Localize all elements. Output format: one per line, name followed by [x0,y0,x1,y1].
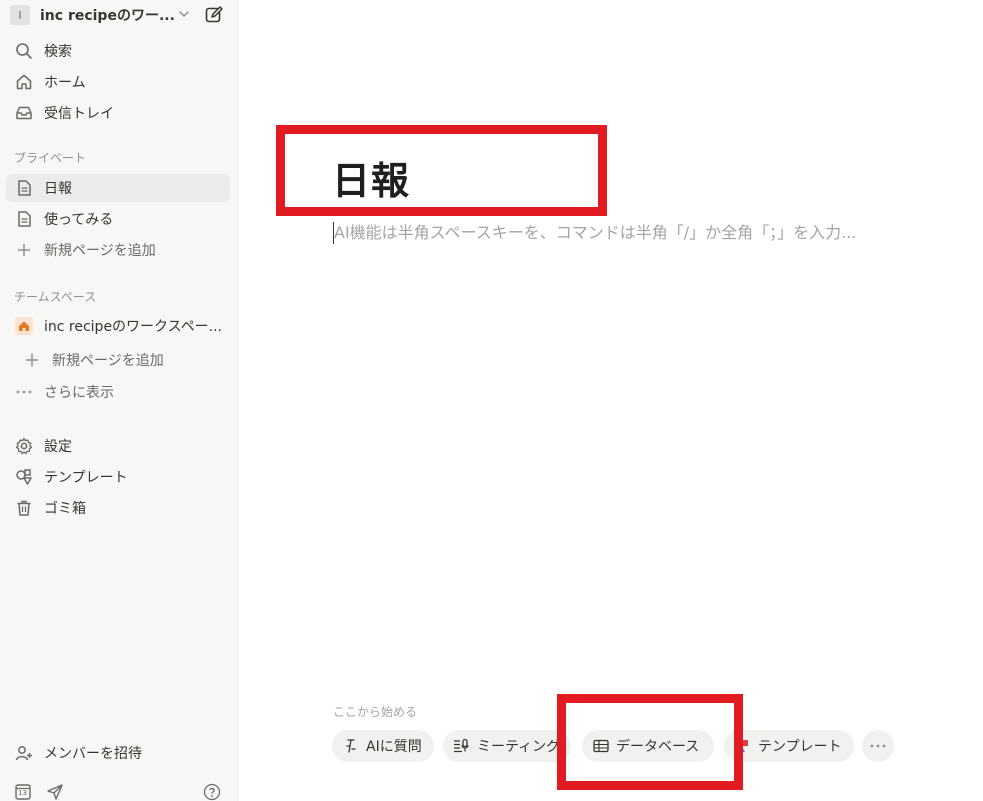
gear-icon [14,436,34,456]
sidebar-item-label: inc recipeのワークスペー... [44,319,223,335]
send-icon[interactable] [46,783,64,801]
template-button[interactable]: テンプレート [724,730,854,762]
sidebar-item-label: 使ってみる [44,212,114,228]
sidebar-item-home[interactable]: ホーム [6,68,230,96]
sidebar-item-label: メンバーを招待 [44,746,142,762]
workspace-avatar: I [10,5,30,25]
ask-ai-button[interactable]: AIに質問 [332,730,434,762]
page-icon [14,178,34,198]
sidebar-item-settings[interactable]: 設定 [6,432,230,460]
add-user-icon [14,743,34,763]
plus-icon [22,350,42,370]
sidebar-item-label: テンプレート [44,470,128,486]
sidebar-item-add-page[interactable]: 新規ページを追加 [6,236,230,264]
sidebar-item-daily-report[interactable]: 日報 [6,174,230,202]
sidebar-item-label: さらに表示 [44,385,114,401]
page-body-placeholder[interactable]: AI機能は半角スペースキーを、コマンドは半角「/」か全角「；」を入力... [333,222,856,244]
plus-icon [14,240,34,260]
sidebar-item-show-more[interactable]: さらに表示 [6,378,230,406]
sidebar-item-inbox[interactable]: 受信トレイ [6,99,230,127]
section-label-teamspace: チームスペース [14,290,97,304]
sidebar-item-search[interactable]: 検索 [6,37,230,65]
meeting-notes-icon [453,737,471,755]
ai-face-icon [342,737,360,755]
sidebar-item-getting-started[interactable]: 使ってみる [6,205,230,233]
workspace-home-icon [14,316,34,336]
home-icon [14,72,34,92]
new-page-icon[interactable] [204,5,224,25]
chevron-down-icon[interactable] [176,6,192,22]
chip-label: ミーティング [477,739,561,755]
start-label: ここから始める [333,705,418,719]
section-label-private: プライベート [14,151,87,165]
more-options-button[interactable] [862,730,894,762]
page-title[interactable]: 日報 [332,150,410,205]
highlight-box-title [276,125,607,216]
sidebar-footer: 13 [14,782,226,801]
sidebar-item-label: 検索 [44,44,72,60]
search-icon [14,41,34,61]
sidebar-item-templates[interactable]: テンプレート [6,463,230,491]
sidebar: I inc recipeのワー... 検索 ホーム 受信トレイ プライベート 日… [0,0,238,801]
sidebar-item-invite[interactable]: メンバーを招待 [6,739,230,767]
sidebar-item-label: ゴミ箱 [44,501,86,517]
sidebar-item-workspace[interactable]: inc recipeのワークスペー... [6,312,230,340]
sidebar-item-label: 新規ページを追加 [44,243,156,259]
sidebar-item-trash[interactable]: ゴミ箱 [6,494,230,522]
more-icon [870,744,886,748]
chip-label: テンプレート [758,739,842,755]
calendar-day: 13 [18,789,27,797]
meeting-button[interactable]: ミーティング [443,730,571,762]
workspace-switcher[interactable]: I inc recipeのワー... [10,4,228,26]
trash-icon [14,498,34,518]
sidebar-item-label: 新規ページを追加 [52,353,164,369]
chip-label: AIに質問 [366,739,422,755]
highlight-box-database [557,694,743,790]
shapes-icon [14,467,34,487]
workspace-name: inc recipeのワー... [40,8,175,24]
sidebar-item-label: 受信トレイ [44,106,114,122]
sidebar-item-label: 日報 [44,181,72,197]
sidebar-item-label: 設定 [44,439,72,455]
help-icon[interactable] [203,783,221,801]
calendar-icon[interactable]: 13 [14,782,32,800]
sidebar-item-team-add-page[interactable]: 新規ページを追加 [14,346,230,374]
more-icon [14,382,34,402]
sidebar-item-label: ホーム [44,75,86,91]
inbox-icon [14,103,34,123]
page-icon [14,209,34,229]
